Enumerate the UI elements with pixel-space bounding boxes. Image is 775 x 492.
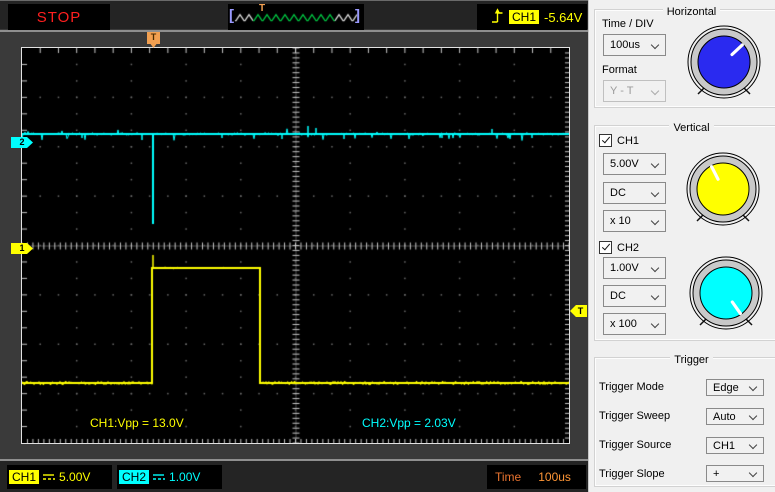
trigger-source-label: Trigger Source	[599, 439, 671, 451]
format-label: Format	[602, 64, 637, 76]
ch2-position-knob[interactable]	[686, 253, 766, 333]
divider-top	[0, 30, 588, 32]
dc-coupling-icon	[152, 472, 166, 482]
chevron-down-icon	[651, 41, 659, 49]
ch1-position-knob[interactable]	[683, 149, 763, 229]
chevron-down-icon	[651, 264, 659, 272]
chevron-down-icon	[749, 412, 757, 420]
scope-side: STOP [ T ] CH1 -5.64V CH1:Vpp = 13.0V	[0, 0, 588, 492]
trigger-slope-value: +	[713, 468, 719, 480]
ch1-coupling-select[interactable]: DC	[603, 182, 666, 204]
trigger-mode-label: Trigger Mode	[599, 381, 664, 393]
format-value: Y - T	[610, 85, 633, 97]
ch2-coupling-value: DC	[610, 290, 626, 302]
ch1-coupling-value: DC	[610, 187, 626, 199]
top-status-bar: STOP [ T ] CH1 -5.64V	[0, 0, 588, 29]
trigger-source-select[interactable]: CH1	[706, 437, 764, 454]
checkmark-icon	[602, 242, 610, 251]
ch1-volts-value: 5.00V	[610, 158, 639, 170]
checkmark-icon	[602, 135, 610, 144]
trigger-group-title: Trigger	[670, 354, 712, 366]
trigger-source-value: CH1	[713, 440, 735, 452]
time-div-label: Time / DIV	[602, 18, 654, 30]
ch2-volts-value: 1.00V	[610, 262, 639, 274]
time-value: 100us	[538, 470, 571, 484]
ch1-enable-checkbox[interactable]	[599, 134, 612, 147]
chevron-down-icon	[749, 469, 757, 477]
chevron-down-icon	[651, 217, 659, 225]
ch2-probe-select[interactable]: x 100	[603, 313, 666, 335]
preview-trigger-t: T	[259, 3, 265, 14]
dc-coupling-icon	[42, 472, 56, 482]
waveform-display	[21, 47, 570, 444]
ch2-scale-value: 1.00V	[169, 470, 200, 484]
ch1-checkbox-label: CH1	[617, 135, 639, 147]
trigger-sweep-label: Trigger Sweep	[599, 410, 670, 422]
bottom-status-bar: CH1 5.00V CH2 1.00V Time 100us	[0, 461, 588, 492]
trigger-mode-value: Edge	[713, 382, 739, 394]
time-div-select[interactable]: 100us	[603, 34, 666, 56]
preview-waveform	[231, 5, 361, 29]
preview-bracket-right[interactable]: ]	[355, 7, 360, 24]
control-panel: Horizontal Time / DIV 100us Format Y - T…	[588, 0, 775, 492]
ch1-scale-readout: CH1 5.00V	[7, 465, 112, 489]
chevron-down-icon	[651, 160, 659, 168]
time-div-value: 100us	[610, 39, 640, 51]
trigger-level-marker[interactable]: T	[570, 305, 587, 317]
chevron-down-icon	[651, 320, 659, 328]
buffer-preview[interactable]: [ T ]	[228, 4, 364, 30]
trigger-sweep-value: Auto	[713, 411, 736, 423]
time-label: Time	[495, 470, 521, 484]
ch2-vpp-readout: CH2:Vpp = 2.03V	[362, 416, 456, 430]
format-select: Y - T	[603, 80, 666, 102]
chevron-down-icon	[651, 292, 659, 300]
chevron-down-icon	[651, 87, 659, 95]
ch1-badge: CH1	[9, 470, 39, 484]
trigger-position-marker[interactable]: T	[147, 32, 160, 48]
trigger-mode-select[interactable]: Edge	[706, 379, 764, 396]
ch2-checkbox-label: CH2	[617, 242, 639, 254]
ch1-probe-select[interactable]: x 10	[603, 210, 666, 232]
stop-label: STOP	[37, 9, 82, 26]
trigger-source-badge: CH1	[509, 10, 539, 24]
trigger-level-value: -5.64V	[544, 10, 582, 25]
ch2-volts-select[interactable]: 1.00V	[603, 257, 666, 279]
horizontal-group-title: Horizontal	[663, 6, 721, 18]
trigger-sweep-select[interactable]: Auto	[706, 408, 764, 425]
ch2-probe-value: x 100	[610, 318, 637, 330]
ch1-volts-select[interactable]: 5.00V	[603, 153, 666, 175]
trigger-slope-select[interactable]: +	[706, 465, 764, 482]
ch1-probe-value: x 10	[610, 215, 631, 227]
trigger-slope-label: Trigger Slope	[599, 468, 665, 480]
scope-canvas	[22, 48, 569, 443]
run-stop-indicator[interactable]: STOP	[8, 4, 110, 30]
trigger-readout: CH1 -5.64V	[477, 4, 587, 30]
ch2-badge: CH2	[119, 470, 149, 484]
ch1-vpp-readout: CH1:Vpp = 13.0V	[90, 416, 184, 430]
ch2-scale-readout: CH2 1.00V	[117, 465, 222, 489]
timebase-readout: Time 100us	[487, 465, 586, 489]
chevron-down-icon	[749, 441, 757, 449]
ch2-enable-checkbox[interactable]	[599, 241, 612, 254]
chevron-down-icon	[651, 189, 659, 197]
vertical-group-title: Vertical	[669, 122, 713, 134]
chevron-down-icon	[749, 383, 757, 391]
horizontal-knob[interactable]	[684, 22, 764, 102]
oscilloscope-app: STOP [ T ] CH1 -5.64V CH1:Vpp = 13.0V	[0, 0, 775, 492]
ch1-scale-value: 5.00V	[59, 470, 90, 484]
ch2-coupling-select[interactable]: DC	[603, 285, 666, 307]
edge-trigger-icon	[491, 6, 504, 28]
